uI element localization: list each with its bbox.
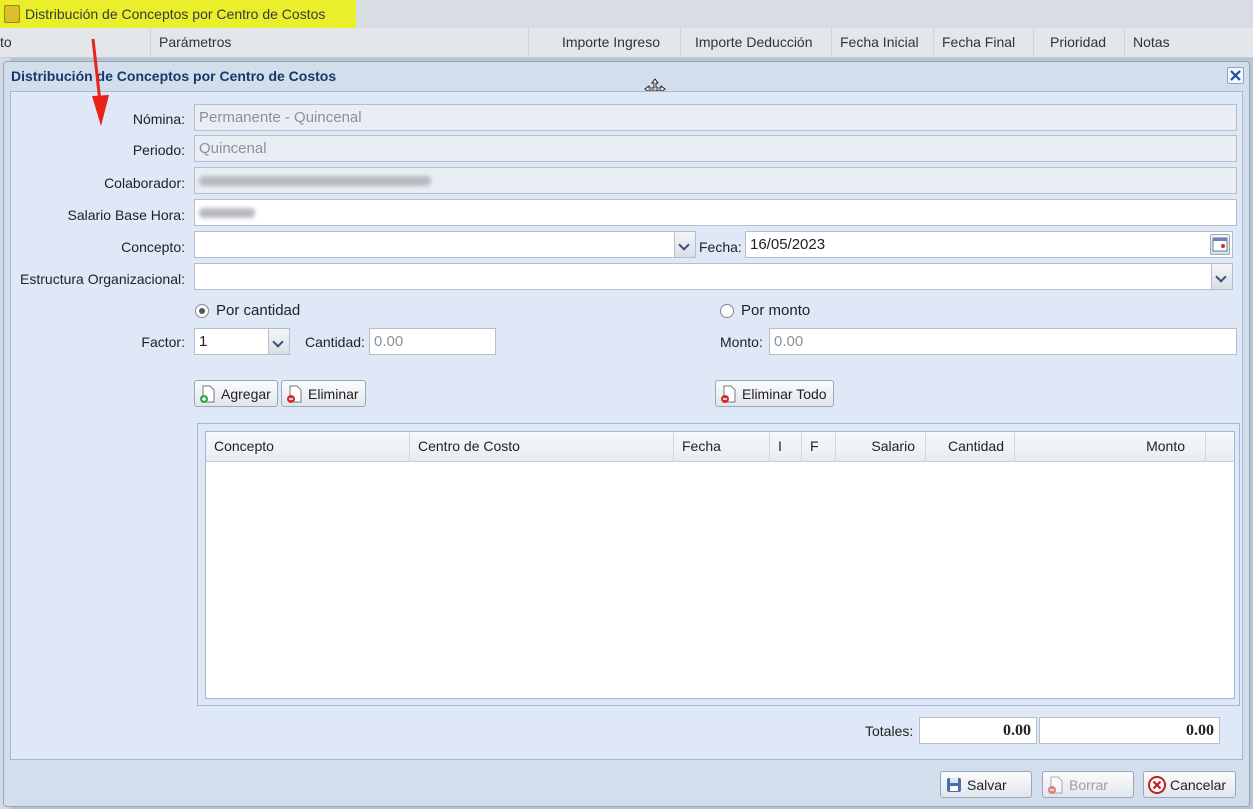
periodo-field[interactable]: Quincenal xyxy=(194,135,1237,162)
eliminar-label: Eliminar xyxy=(308,385,359,402)
grid-col-cantidad[interactable]: Cantidad xyxy=(926,432,1015,462)
fecha-value: 16/05/2023 xyxy=(750,236,826,253)
estructura-label: Estructura Organizacional: xyxy=(20,271,185,287)
eliminar-button[interactable]: Eliminar xyxy=(281,380,366,407)
borrar-button[interactable]: Borrar xyxy=(1042,771,1134,798)
eliminar-todo-button[interactable]: Eliminar Todo xyxy=(715,380,834,407)
colaborador-field[interactable] xyxy=(194,167,1237,194)
monto-label: Monto: xyxy=(720,334,763,350)
grid-header: Concepto Centro de Costo Fecha I F Salar… xyxy=(206,432,1234,462)
tab-icon xyxy=(4,5,20,23)
close-icon xyxy=(1230,70,1241,81)
background-tab-title: Distribución de Conceptos por Centro de … xyxy=(25,6,326,22)
concept-grid-panel: Concepto Centro de Costo Fecha I F Salar… xyxy=(197,423,1240,706)
close-button[interactable] xyxy=(1227,67,1244,84)
salvar-label: Salvar xyxy=(967,776,1007,793)
redacted-name xyxy=(199,176,431,187)
cancelar-label: Cancelar xyxy=(1170,776,1227,793)
totales-label: Totales: xyxy=(865,723,914,739)
bg-column[interactable]: Importe Ingreso xyxy=(528,28,680,58)
por-cantidad-label: Por cantidad xyxy=(216,302,301,319)
save-disk-icon xyxy=(947,777,961,792)
grid-col-f[interactable]: F xyxy=(802,432,836,462)
grid-col-centro-costo[interactable]: Centro de Costo xyxy=(410,432,674,462)
total-cantidad: 0.00 xyxy=(919,717,1037,744)
fecha-field[interactable]: 16/05/2023 xyxy=(745,231,1233,258)
salvar-button[interactable]: Salvar xyxy=(940,771,1032,798)
bg-column[interactable]: Notas xyxy=(1124,28,1253,58)
dialog-title[interactable]: Distribución de Conceptos por Centro de … xyxy=(4,62,1249,90)
periodo-label: Periodo: xyxy=(132,142,185,158)
concepto-select[interactable] xyxy=(194,231,696,258)
factor-value: 1 xyxy=(199,333,208,350)
add-document-icon xyxy=(200,385,215,403)
salario-field[interactable] xyxy=(194,199,1237,226)
cantidad-label: Cantidad: xyxy=(305,334,365,350)
background-tab[interactable]: Distribución de Conceptos por Centro de … xyxy=(0,0,356,28)
bg-column[interactable]: Fecha Inicial xyxy=(831,28,933,58)
bg-column[interactable]: Prioridad xyxy=(1033,28,1124,58)
agregar-button[interactable]: Agregar xyxy=(194,380,278,407)
bg-column[interactable]: to xyxy=(0,28,150,58)
borrar-label: Borrar xyxy=(1069,776,1108,793)
por-cantidad-radio[interactable]: Por cantidad xyxy=(195,302,300,319)
redacted-salary xyxy=(199,208,255,219)
cantidad-input[interactable]: 0.00 xyxy=(369,328,496,355)
radio-unselected-icon xyxy=(720,303,734,318)
grid-col-i[interactable]: I xyxy=(770,432,802,462)
dialog-body: Nómina: Permanente - Quincenal Periodo: … xyxy=(10,91,1243,760)
colaborador-label: Colaborador: xyxy=(104,175,185,191)
por-monto-label: Por monto xyxy=(741,302,811,319)
salario-label: Salario Base Hora: xyxy=(67,207,185,223)
por-monto-radio[interactable]: Por monto xyxy=(720,302,810,319)
grid-col-fecha[interactable]: Fecha xyxy=(674,432,770,462)
monto-input[interactable]: 0.00 xyxy=(769,328,1237,355)
chevron-down-icon[interactable] xyxy=(674,232,695,257)
remove-document-icon xyxy=(721,385,736,403)
nomina-label: Nómina: xyxy=(132,111,185,127)
bg-column[interactable]: Importe Deducción xyxy=(680,28,832,58)
grid-col-monto[interactable]: Monto xyxy=(1015,432,1206,462)
concept-grid[interactable]: Concepto Centro de Costo Fecha I F Salar… xyxy=(205,431,1235,699)
nomina-field[interactable]: Permanente - Quincenal xyxy=(194,104,1237,131)
grid-col-concepto[interactable]: Concepto xyxy=(206,432,410,462)
chevron-down-icon[interactable] xyxy=(268,329,289,354)
agregar-label: Agregar xyxy=(221,385,271,402)
cancelar-button[interactable]: Cancelar xyxy=(1143,771,1236,798)
radio-selected-icon xyxy=(195,303,209,318)
remove-document-icon xyxy=(1048,776,1063,794)
cancel-icon xyxy=(1148,775,1166,794)
background-grid-header: to Parámetros Importe Ingreso Importe De… xyxy=(0,28,1253,58)
fecha-label: Fecha: xyxy=(699,239,742,255)
chevron-down-icon[interactable] xyxy=(1211,264,1232,289)
bg-column[interactable]: Parámetros xyxy=(150,28,528,58)
bg-column[interactable]: Fecha Final xyxy=(933,28,1033,58)
distribution-dialog: Distribución de Conceptos por Centro de … xyxy=(3,61,1250,807)
factor-select[interactable]: 1 xyxy=(194,328,290,355)
eliminar-todo-label: Eliminar Todo xyxy=(742,385,827,402)
remove-document-icon xyxy=(287,385,302,403)
total-monto: 0.00 xyxy=(1039,717,1220,744)
concepto-label: Concepto: xyxy=(121,239,185,255)
calendar-icon[interactable] xyxy=(1210,234,1230,255)
grid-col-salario[interactable]: Salario xyxy=(836,432,926,462)
estructura-select[interactable] xyxy=(194,263,1233,290)
factor-label: Factor: xyxy=(141,334,185,350)
tab-bar xyxy=(356,0,1253,28)
